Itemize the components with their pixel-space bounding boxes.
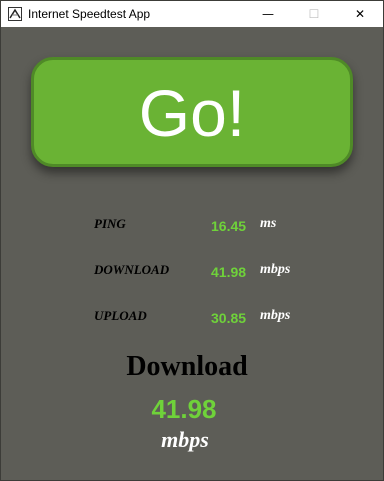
result-title: Download xyxy=(126,351,248,382)
ping-label: PING xyxy=(94,216,126,231)
close-icon: ✕ xyxy=(354,7,366,21)
maximize-button[interactable]: ☐ xyxy=(291,1,337,27)
minimize-button[interactable]: — xyxy=(245,1,291,27)
speedtest-app-icon xyxy=(8,7,22,21)
upload-unit: mbps xyxy=(260,308,291,323)
minimize-icon: — xyxy=(262,7,274,21)
ping-value: 16.45 xyxy=(211,218,247,234)
close-button[interactable]: ✕ xyxy=(337,1,383,27)
window-title: Internet Speedtest App xyxy=(28,7,151,21)
ping-unit: ms xyxy=(260,216,277,231)
result-unit: mbps xyxy=(161,427,209,452)
window-controls: — ☐ ✕ xyxy=(245,1,383,27)
result-value: 41.98 xyxy=(151,394,217,424)
upload-value: 30.85 xyxy=(211,310,247,326)
app-window: Internet Speedtest App — ☐ ✕ Go! PING 16… xyxy=(0,0,384,481)
download-label: DOWNLOAD xyxy=(94,262,170,277)
download-value: 41.98 xyxy=(211,264,247,280)
title-bar: Internet Speedtest App — ☐ ✕ xyxy=(1,1,383,27)
go-button[interactable]: Go! xyxy=(31,57,353,167)
go-button-label: Go! xyxy=(138,76,246,150)
maximize-icon: ☐ xyxy=(308,7,320,21)
download-unit: mbps xyxy=(260,262,291,277)
upload-label: UPLOAD xyxy=(94,308,147,323)
